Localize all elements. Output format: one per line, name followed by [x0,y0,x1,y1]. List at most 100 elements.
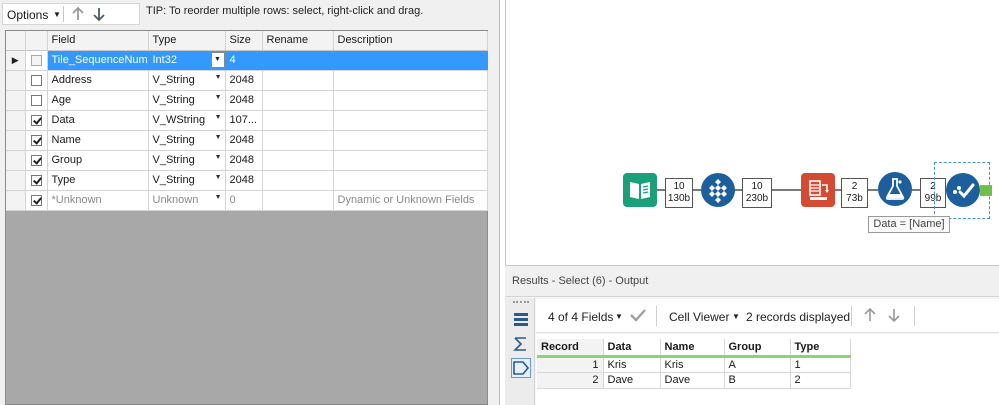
checkbox-icon[interactable] [30,154,42,166]
field-name-cell[interactable]: Type [47,170,149,191]
field-size-cell[interactable]: 107... [225,110,263,131]
field-include-checkbox[interactable] [25,50,48,71]
field-include-checkbox[interactable] [25,150,48,171]
tile-tool[interactable] [701,173,735,207]
field-include-checkbox[interactable] [25,90,48,111]
field-size-cell[interactable]: 4 [225,50,263,71]
checkbox-icon[interactable] [30,114,42,126]
results-column-header[interactable]: Record [537,339,604,358]
row-header[interactable] [6,170,26,191]
field-type-cell[interactable]: Unknown ▼ [148,190,226,211]
field-type-cell[interactable]: V_String ▼ [148,90,226,111]
table-view-icon[interactable] [511,310,531,330]
field-include-checkbox[interactable] [25,170,48,191]
results-cell[interactable]: 1 [790,356,851,373]
results-row[interactable]: 1 Kris Kris A 1 [537,356,851,373]
field-size-cell[interactable]: 2048 [225,90,263,111]
field-row[interactable]: Name V_String ▼ 2048 [6,130,488,151]
field-row[interactable]: *Unknown Unknown ▼ 0 Dynamic or Unknown Fiel… [6,190,488,211]
results-cell[interactable]: Kris [603,356,661,373]
row-header[interactable]: ▶ [6,50,26,71]
column-header-type[interactable]: Type [148,31,226,51]
type-dropdown-caret-icon[interactable]: ▼ [215,194,222,201]
checkbox-icon[interactable] [30,74,42,86]
type-dropdown-caret-icon[interactable]: ▼ [215,174,222,181]
field-size-cell[interactable]: 0 [225,190,263,211]
options-caret-icon[interactable]: ▼ [53,7,61,23]
field-rename-cell[interactable] [262,150,334,171]
field-type-cell[interactable]: V_String ▼ [148,70,226,91]
field-description-cell[interactable] [333,130,488,151]
results-cell[interactable]: Dave [660,372,725,389]
column-header-rename[interactable]: Rename [262,31,334,51]
field-size-cell[interactable]: 2048 [225,130,263,151]
row-header[interactable] [6,130,26,151]
field-type-cell[interactable]: Int32 ▼ [148,50,226,71]
cell-viewer-caret-icon[interactable]: ▼ [732,312,740,321]
field-size-cell[interactable]: 2048 [225,150,263,171]
field-include-checkbox[interactable] [25,190,48,211]
results-cell[interactable]: 2 [790,372,851,389]
field-rename-cell[interactable] [262,110,334,131]
type-dropdown-caret-icon[interactable]: ▼ [215,74,222,81]
field-name-cell[interactable]: Group [47,150,149,171]
checkbox-icon[interactable] [30,94,42,106]
row-header[interactable] [6,90,26,111]
move-down-icon[interactable] [90,5,108,23]
column-header-size[interactable]: Size [225,31,263,51]
field-rename-cell[interactable] [262,70,334,91]
field-type-cell[interactable]: V_String ▼ [148,170,226,191]
type-dropdown-caret-icon[interactable]: ▼ [215,94,222,101]
field-row[interactable]: Group V_String ▼ 2048 [6,150,488,171]
field-include-checkbox[interactable] [25,70,48,91]
field-description-cell[interactable] [333,110,488,131]
record-number-cell[interactable]: 1 [537,356,604,373]
results-cell[interactable]: B [724,372,791,389]
field-type-cell[interactable]: V_WString ▼ [148,110,226,131]
field-name-cell[interactable]: Age [47,90,149,111]
field-description-cell[interactable]: Dynamic or Unknown Fields [333,190,488,211]
field-type-cell[interactable]: V_String ▼ [148,150,226,171]
transpose-tool[interactable] [801,173,835,207]
input-data-tool[interactable] [623,173,657,207]
output-tag-icon[interactable] [511,358,531,378]
field-rename-cell[interactable] [262,50,334,71]
field-description-cell[interactable] [333,150,488,171]
apply-check-icon[interactable] [629,307,647,326]
results-column-header[interactable]: Name [660,339,725,358]
checkbox-icon[interactable] [30,134,42,146]
type-dropdown-caret-icon[interactable]: ▼ [215,134,222,141]
results-cell[interactable]: A [724,356,791,373]
field-rename-cell[interactable] [262,190,334,211]
results-column-header[interactable]: Type [790,339,851,358]
options-menu-button[interactable]: Options [7,7,48,23]
results-cell[interactable]: Dave [603,372,661,389]
field-row[interactable]: Data V_WString ▼ 107... [6,110,488,131]
metadata-sigma-icon[interactable] [511,334,531,354]
type-dropdown-caret-icon[interactable]: ▼ [210,52,224,68]
results-cell[interactable]: Kris [660,356,725,373]
type-dropdown-caret-icon[interactable]: ▼ [215,114,222,121]
cell-viewer-toggle[interactable]: Cell Viewer [669,310,729,324]
column-header-description[interactable]: Description [333,31,488,51]
checkbox-icon[interactable] [30,174,42,186]
select-tool[interactable] [946,173,980,207]
field-include-checkbox[interactable] [25,130,48,151]
row-header[interactable] [6,110,26,131]
field-description-cell[interactable] [333,70,488,91]
field-name-cell[interactable]: Address [47,70,149,91]
field-description-cell[interactable] [333,90,488,111]
results-column-header[interactable]: Data [603,339,661,358]
field-row[interactable]: Address V_String ▼ 2048 [6,70,488,91]
checkbox-icon[interactable] [30,54,42,66]
field-size-cell[interactable]: 2048 [225,170,263,191]
field-rename-cell[interactable] [262,170,334,191]
record-number-cell[interactable]: 2 [537,372,604,389]
field-name-cell[interactable]: Data [47,110,149,131]
field-rename-cell[interactable] [262,90,334,111]
field-name-cell[interactable]: Name [47,130,149,151]
move-up-icon[interactable] [69,5,87,23]
scroll-up-icon[interactable] [861,306,879,327]
results-column-header[interactable]: Group [724,339,791,358]
fields-caret-icon[interactable]: ▼ [615,312,623,321]
